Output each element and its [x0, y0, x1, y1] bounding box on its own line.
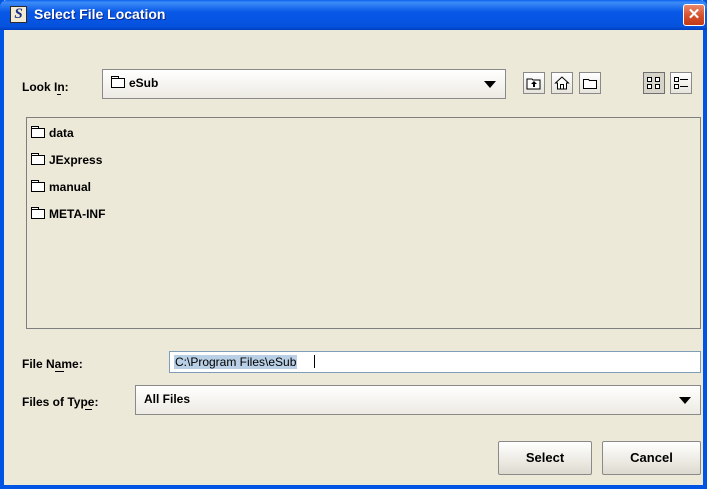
file-name-mnemonic-underline [55, 371, 64, 372]
look-in-label-text: Look In: [22, 80, 69, 94]
files-of-type-value: All Files [144, 392, 191, 406]
files-of-type-label: Files of Type: [22, 395, 99, 409]
folder-icon [31, 126, 45, 138]
list-item[interactable]: data [31, 126, 74, 140]
file-item-label: META-INF [49, 207, 106, 221]
select-button[interactable]: Select [498, 441, 592, 475]
look-in-value-text: eSub [129, 76, 159, 90]
up-one-level-button[interactable] [523, 72, 545, 94]
new-folder-icon [583, 79, 597, 89]
chevron-down-icon [679, 397, 691, 404]
list-item[interactable]: manual [31, 180, 91, 194]
files-of-type-combo[interactable]: All Files [135, 385, 701, 415]
details-view-button[interactable] [670, 72, 692, 94]
text-caret [314, 355, 315, 368]
title-bar[interactable]: S Select File Location ✕ [0, 0, 707, 30]
file-item-label: data [49, 126, 74, 140]
look-in-combo[interactable]: eSub [102, 69, 506, 99]
file-name-value: C:\Program Files\eSub [174, 355, 298, 369]
up-folder-icon [526, 78, 541, 90]
home-icon [554, 76, 570, 90]
new-folder-button[interactable] [579, 72, 601, 94]
list-item[interactable]: JExpress [31, 153, 102, 167]
look-in-value: eSub [111, 76, 158, 90]
details-view-icon [674, 77, 688, 89]
chevron-down-icon [484, 81, 496, 88]
list-item[interactable]: META-INF [31, 207, 105, 221]
look-in-label: Look In: [22, 80, 69, 94]
list-view-icon [647, 77, 660, 89]
app-icon: S [10, 6, 27, 23]
file-name-field[interactable]: C:\Program Files\eSub [169, 351, 701, 373]
home-button[interactable] [551, 72, 573, 94]
select-file-location-dialog: S Select File Location ✕ Look In: eSub d… [0, 0, 707, 489]
folder-icon [111, 76, 125, 88]
folder-icon [31, 207, 45, 219]
files-of-type-mnemonic-underline [85, 409, 92, 410]
folder-icon [31, 153, 45, 165]
file-item-label: JExpress [49, 153, 103, 167]
file-list[interactable]: data JExpress manual META-INF [26, 117, 701, 329]
window-title: Select File Location [34, 6, 166, 22]
list-view-button[interactable] [643, 72, 665, 94]
close-button[interactable]: ✕ [683, 4, 705, 26]
cancel-button[interactable]: Cancel [602, 441, 701, 475]
file-item-label: manual [49, 180, 92, 194]
look-in-mnemonic-underline [57, 94, 61, 95]
file-name-label: File Name: [22, 357, 83, 371]
folder-icon [31, 180, 45, 192]
